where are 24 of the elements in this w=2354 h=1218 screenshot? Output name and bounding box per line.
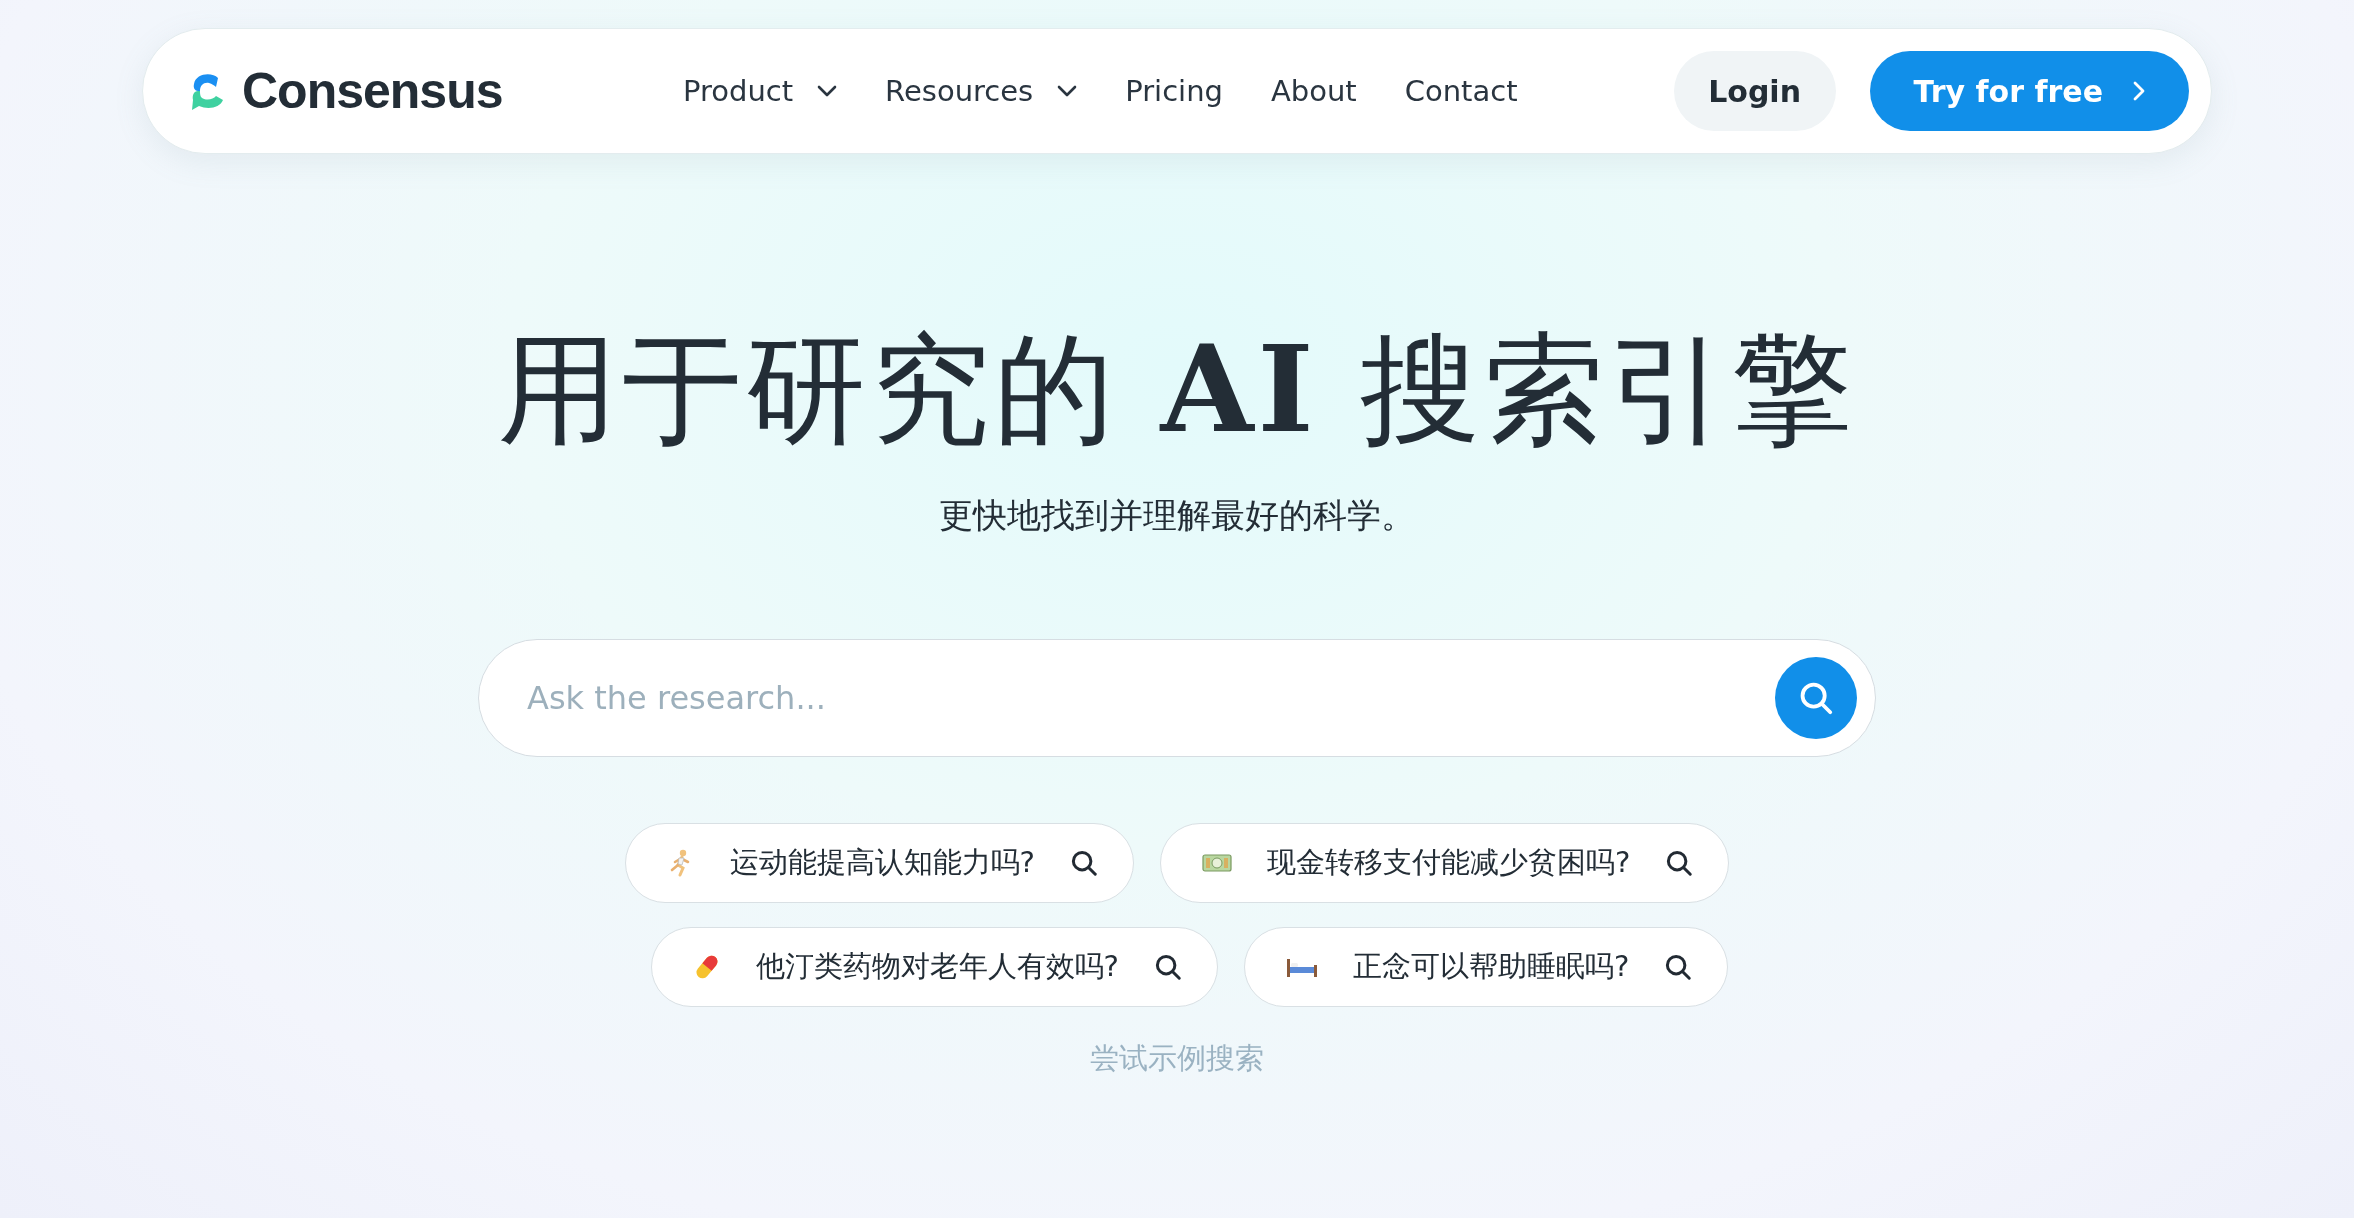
search-icon [1664, 848, 1695, 878]
search-icon [1069, 848, 1099, 878]
search-icon [1663, 952, 1694, 982]
nav-link[interactable]: Product [683, 74, 838, 108]
nav-link[interactable]: About [1270, 74, 1357, 108]
search-field[interactable]: Ask the research... [525, 678, 1775, 718]
nav-link[interactable]: Pricing [1125, 74, 1223, 108]
banknote-icon [1201, 851, 1233, 875]
example-search-chip[interactable]: 他汀类药物对老年人有效吗? [650, 927, 1218, 1007]
chevron-down-icon [817, 85, 838, 97]
headline: 用于研究的 AI 搜索引擎 [498, 317, 1856, 461]
example-search-chip[interactable]: 正念可以帮助睡眠吗? [1244, 927, 1729, 1007]
subtitle: 更快地找到并理解最好的科学。 [939, 494, 1415, 537]
chevron-down-icon [1057, 85, 1078, 97]
chevron-right-icon [2133, 81, 2145, 101]
example-search-chip[interactable]: 现金转移支付能减少贫困吗? [1160, 823, 1730, 903]
nav-link[interactable]: Contact [1404, 74, 1518, 108]
examples-caption: 尝试示例搜索 [1090, 1040, 1264, 1077]
example-search-chip[interactable]: 运动能提高认知能力吗? [624, 823, 1134, 903]
nav-link[interactable]: Resources [885, 74, 1078, 108]
search-bar[interactable]: Ask the research... [478, 639, 1876, 757]
logo-text[interactable]: Consensus [242, 62, 503, 120]
login-button[interactable]: Login [1673, 51, 1836, 131]
search-icon [1153, 952, 1183, 982]
